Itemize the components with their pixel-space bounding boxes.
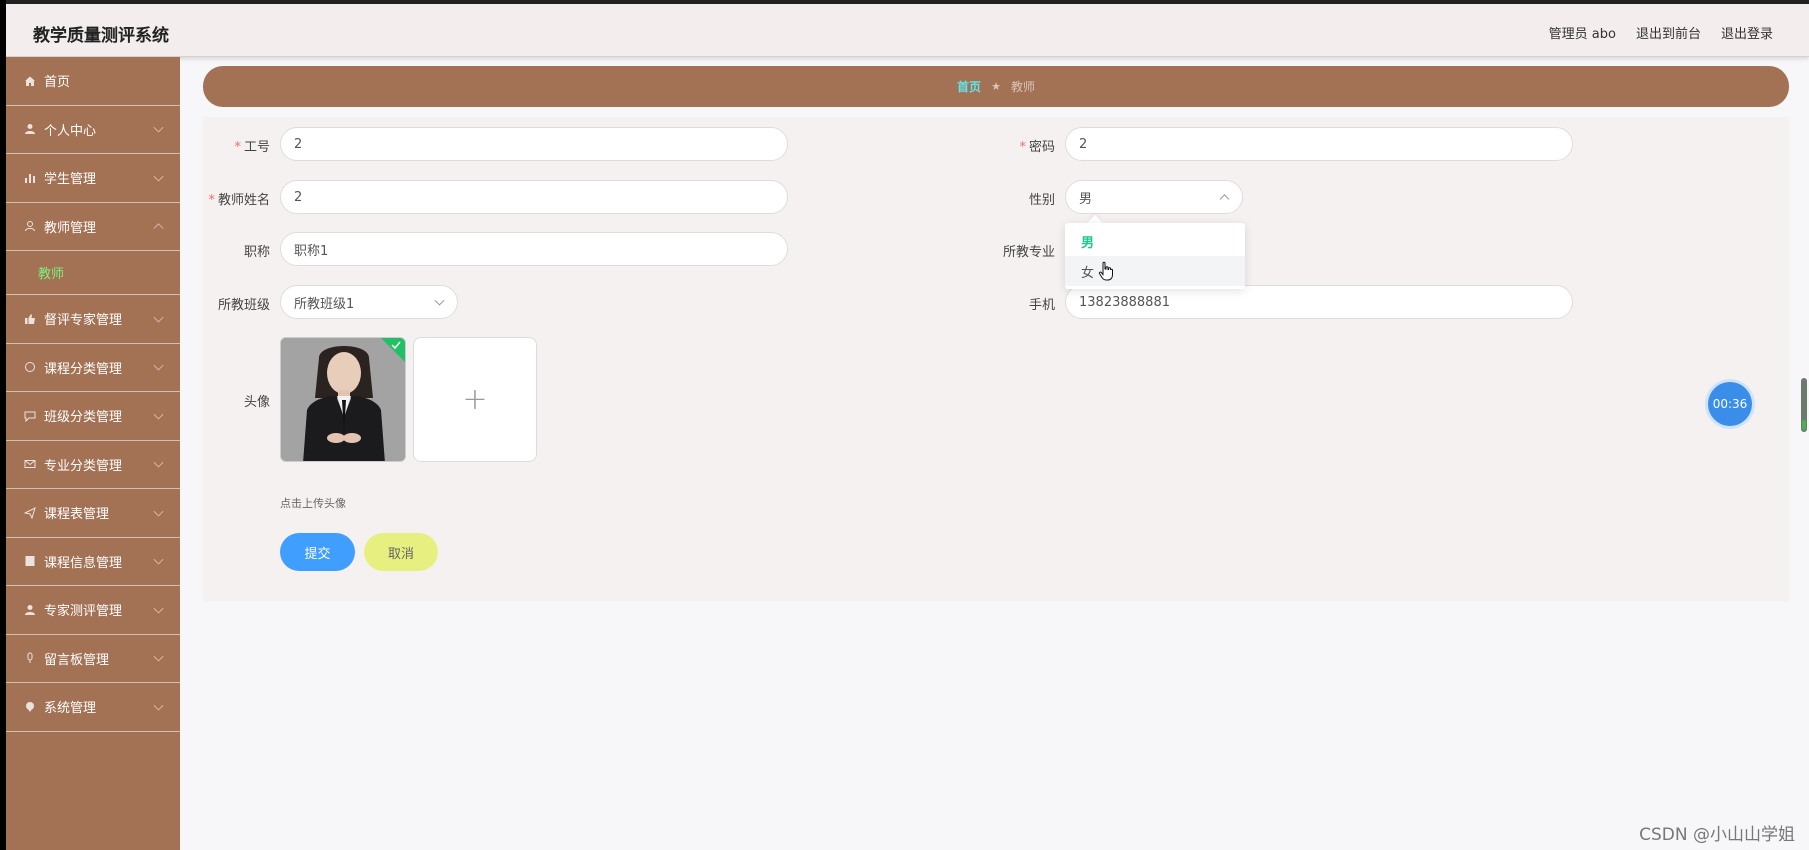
sidebar-item-label: 个人中心 (44, 123, 97, 139)
class-select[interactable]: 所教班级1 (280, 285, 458, 319)
sidebar-item-label: 学生管理 (44, 172, 97, 188)
password-input[interactable]: 2 (1065, 127, 1573, 161)
chevron-up-icon (1219, 194, 1230, 205)
exit-to-front-link[interactable]: 退出到前台 (1636, 23, 1701, 42)
avatar-label: 头像 (243, 395, 270, 410)
user-outline-icon (23, 220, 36, 233)
refresh-icon (23, 361, 36, 374)
title-label: 职称 (243, 245, 270, 260)
chevron-down-icon (153, 409, 164, 420)
password-label: * 密码 (1019, 140, 1055, 155)
person-icon (23, 603, 36, 616)
gender-option-label: 女 (1081, 265, 1095, 281)
sidebar-item-label: 专家测评管理 (44, 604, 123, 620)
class-select-value: 所教班级1 (294, 296, 355, 312)
watermark: CSDN @小山山学姐 (1639, 825, 1795, 845)
breadcrumb-separator: ★ (991, 80, 1001, 93)
breadcrumb: 首页 ★ 教师 (203, 66, 1789, 107)
top-header: 教学质量测评系统 管理员 abo 退出到前台 退出登录 (6, 4, 1809, 57)
sidebar-item-personal-center[interactable]: 个人中心 (6, 106, 180, 154)
send-icon (23, 506, 36, 519)
sidebar-subitem-teacher[interactable]: 教师 (6, 251, 180, 295)
sidebar-item-label: 教师管理 (44, 220, 97, 236)
gender-select[interactable]: 男 (1065, 180, 1243, 214)
chevron-up-icon (153, 223, 164, 234)
app-title: 教学质量测评系统 (33, 26, 169, 46)
gender-label: 性别 (1028, 193, 1055, 208)
chevron-down-icon (153, 122, 164, 133)
logout-link[interactable]: 退出登录 (1721, 23, 1773, 42)
header-links: 管理员 abo 退出到前台 退出登录 (1549, 23, 1773, 42)
employee-id-label: * 工号 (234, 140, 270, 155)
chevron-down-icon (153, 171, 164, 182)
teacher-name-input[interactable]: 2 (280, 180, 788, 214)
sidebar-item-expert-management[interactable]: 督评专家管理 (6, 295, 180, 344)
sidebar-item-label: 留言板管理 (44, 652, 110, 668)
sidebar: 首页 个人中心 学生管理 教师管理 教师 督评专家管理 课程分类管理 班级分类管… (6, 57, 180, 850)
sidebar-item-teacher-management[interactable]: 教师管理 (6, 203, 180, 251)
chevron-down-icon (153, 651, 164, 662)
breadcrumb-home-link[interactable]: 首页 (957, 78, 981, 95)
submit-button[interactable]: 提交 (280, 533, 355, 571)
major-label: 所教专业 (1002, 245, 1055, 260)
sidebar-item-label: 专业分类管理 (44, 458, 123, 474)
avatar-upload-button[interactable]: + (413, 337, 537, 462)
breadcrumb-current: 教师 (1010, 80, 1035, 94)
phone-input[interactable]: 13823888881 (1065, 285, 1573, 319)
sidebar-item-label: 班级分类管理 (44, 410, 123, 426)
sidebar-item-system-management[interactable]: 系统管理 (6, 683, 180, 732)
mail-icon (23, 458, 36, 471)
sidebar-item-course-info[interactable]: 课程信息管理 (6, 538, 180, 586)
class-label: 所教班级 (217, 298, 270, 313)
home-icon (23, 74, 36, 87)
teacher-name-label: * 教师姓名 (208, 193, 270, 208)
gender-option-female[interactable]: 女 (1065, 256, 1245, 286)
hand-cursor-icon (1098, 261, 1114, 281)
gender-dropdown: 男 女 (1065, 223, 1245, 289)
chevron-down-icon (153, 603, 164, 614)
cancel-button[interactable]: 取消 (364, 533, 438, 571)
sidebar-item-expert-evaluation[interactable]: 专家测评管理 (6, 586, 180, 635)
chat-icon (23, 409, 36, 422)
sidebar-item-course-category[interactable]: 课程分类管理 (6, 344, 180, 392)
chevron-down-icon (153, 554, 164, 565)
plus-icon: + (462, 382, 488, 417)
chevron-down-icon (153, 312, 164, 323)
phone-label: 手机 (1028, 298, 1055, 313)
sidebar-item-label: 首页 (44, 75, 71, 91)
thumb-icon (23, 312, 36, 325)
sidebar-item-home[interactable]: 首页 (6, 57, 180, 106)
gender-select-value: 男 (1079, 191, 1093, 207)
sidebar-item-major-category[interactable]: 专业分类管理 (6, 441, 180, 489)
chevron-down-icon (153, 506, 164, 517)
pin-icon (23, 700, 36, 713)
sidebar-item-label: 课程表管理 (44, 507, 110, 523)
sidebar-item-student-management[interactable]: 学生管理 (6, 154, 180, 203)
scrollbar-thumb[interactable] (1801, 378, 1807, 432)
sidebar-item-label: 课程分类管理 (44, 361, 123, 377)
gender-option-male[interactable]: 男 (1065, 226, 1245, 256)
sidebar-item-message-board[interactable]: 留言板管理 (6, 635, 180, 683)
chevron-down-icon (153, 700, 164, 711)
avatar-image[interactable] (280, 337, 406, 462)
recording-timer[interactable]: 00:36 (1708, 382, 1752, 426)
sidebar-item-label: 课程信息管理 (44, 555, 123, 571)
chevron-down-icon (153, 360, 164, 371)
sidebar-item-label: 系统管理 (44, 701, 97, 717)
upload-hint: 点击上传头像 (280, 497, 346, 510)
sidebar-item-schedule-management[interactable]: 课程表管理 (6, 489, 180, 538)
bar-chart-icon (23, 171, 36, 184)
sidebar-item-label: 督评专家管理 (44, 313, 123, 329)
admin-user-label: 管理员 abo (1548, 27, 1616, 42)
doc-icon (23, 555, 36, 568)
user-icon (23, 123, 36, 136)
chevron-down-icon (434, 295, 445, 306)
chevron-down-icon (153, 457, 164, 468)
sidebar-item-class-category[interactable]: 班级分类管理 (6, 392, 180, 441)
title-input[interactable]: 职称1 (280, 232, 788, 266)
employee-id-input[interactable]: 2 (280, 127, 788, 161)
mic-icon (23, 652, 36, 665)
